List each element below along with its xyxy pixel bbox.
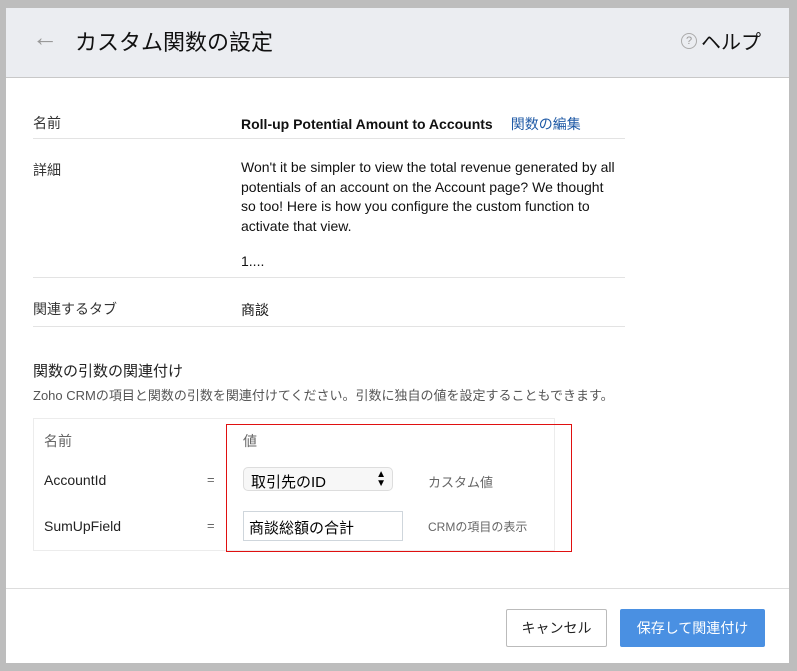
- col-value-header: 値: [243, 433, 257, 449]
- page-title: カスタム関数の設定: [75, 30, 274, 55]
- tab-row: 関連するタブ 商談: [33, 278, 625, 327]
- header: ← カスタム関数の設定 ? ヘルプ: [6, 8, 789, 78]
- help-label: ヘルプ: [701, 32, 761, 54]
- select-value: 取引先のID: [251, 474, 327, 491]
- cancel-button[interactable]: キャンセル: [506, 609, 607, 647]
- footer: キャンセル 保存して関連付け: [6, 588, 789, 663]
- edit-function-link[interactable]: 関数の編集: [511, 116, 581, 132]
- account-id-select[interactable]: 取引先のID ▲ ▼: [243, 467, 393, 491]
- save-and-associate-button[interactable]: 保存して関連付け: [620, 609, 765, 647]
- name-row: 名前 Roll-up Potential Amount to Accounts 関…: [33, 108, 625, 139]
- arg-name: AccountId: [44, 472, 107, 488]
- tab-value: 商談: [241, 302, 269, 318]
- arg-name: SumUpField: [44, 518, 122, 534]
- description-label: 詳細: [33, 162, 61, 178]
- help-icon: ?: [681, 32, 697, 49]
- select-arrows-icon: ▲ ▼: [376, 469, 386, 489]
- name-label: 名前: [33, 115, 61, 131]
- description-row: 詳細 Won't it be simpler to view the total…: [33, 139, 625, 278]
- description-text: Won't it be simpler to view the total re…: [241, 159, 615, 234]
- mapping-title: 関数の引数の関連付け: [33, 363, 184, 380]
- tab-label: 関連するタブ: [33, 301, 117, 317]
- equals-sign: =: [207, 518, 215, 533]
- arg-type: カスタム値: [428, 475, 494, 490]
- mapping-subtitle: Zoho CRMの項目と関数の引数を関連付けてください。引数に独自の値を設定する…: [33, 388, 614, 403]
- sum-up-field-input[interactable]: 商談総額の合計: [243, 511, 403, 541]
- col-name-header: 名前: [44, 433, 72, 449]
- dialog: ← カスタム関数の設定 ? ヘルプ 名前 Roll-up Potential A…: [6, 8, 789, 663]
- description-more[interactable]: 1....: [241, 253, 264, 269]
- function-name: Roll-up Potential Amount to Accounts 関数の編…: [241, 114, 581, 134]
- equals-sign: =: [207, 472, 215, 487]
- arg-type: CRMの項目の表示: [428, 520, 528, 534]
- function-name-text: Roll-up Potential Amount to Accounts: [241, 116, 493, 132]
- back-arrow-icon[interactable]: ←: [32, 22, 58, 53]
- help-link[interactable]: ? ヘルプ: [681, 26, 761, 55]
